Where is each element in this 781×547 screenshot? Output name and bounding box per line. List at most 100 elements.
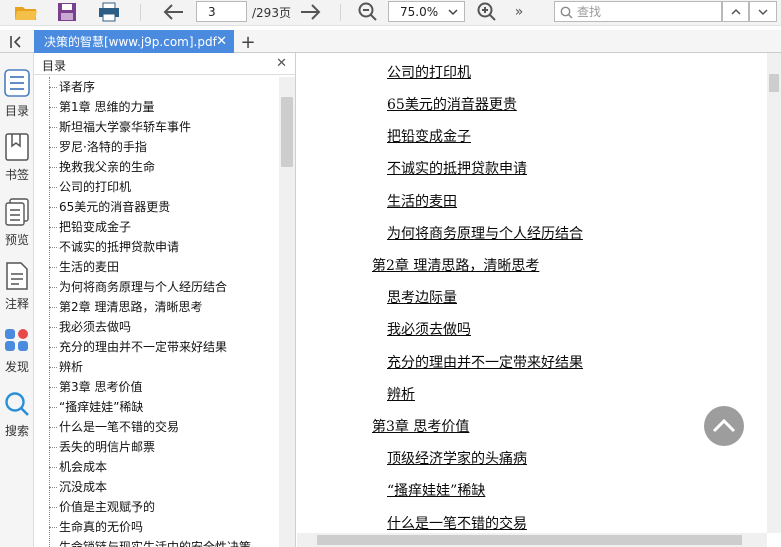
toc-item[interactable]: 65美元的消音器更贵: [34, 197, 278, 217]
toc-item[interactable]: 挽救我父亲的生命: [34, 157, 278, 177]
toc-item[interactable]: 辨析: [34, 357, 278, 377]
rail-toc[interactable]: 目录: [0, 69, 34, 119]
document-link[interactable]: 第3章 思考价值: [372, 416, 469, 436]
rail-discover-label: 发现: [4, 360, 29, 374]
tab-bar: 决策的智慧[www.j9p.com].pdf ✕ +: [0, 30, 781, 53]
tab-label: 决策的智慧[www.j9p.com].pdf: [44, 35, 217, 49]
rail-search-label: 搜索: [4, 424, 29, 438]
zoom-value: 75.0%: [400, 4, 439, 19]
rail-annotations[interactable]: 注释: [0, 262, 34, 312]
toc-item[interactable]: 译者序: [34, 77, 278, 97]
toc-item[interactable]: 罗尼·洛特的手指: [34, 137, 278, 157]
more-tools-icon[interactable]: »: [510, 1, 528, 23]
bookmark-icon: [5, 133, 29, 161]
document-vertical-scrollbar[interactable]: [767, 53, 781, 533]
document-link[interactable]: 第2章 理清思路，清晰思考: [372, 255, 539, 275]
toc-item[interactable]: 生命锁链与现实生活中的安全性决策: [34, 537, 278, 547]
toolbar-divider: [140, 4, 141, 21]
toc-item[interactable]: 我必须去做吗: [34, 317, 278, 337]
zoom-out-icon[interactable]: [355, 1, 381, 23]
rail-preview-label: 预览: [4, 233, 29, 247]
document-link[interactable]: 辨析: [387, 384, 415, 404]
document-link[interactable]: 充分的理由并不一定带来好结果: [387, 352, 583, 372]
open-folder-icon[interactable]: [12, 1, 40, 23]
rail-search[interactable]: 搜索: [0, 391, 34, 439]
chevron-up-icon: [730, 8, 741, 15]
rail-annotations-label: 注释: [4, 297, 29, 311]
document-link[interactable]: 把铅变成金子: [387, 126, 471, 146]
close-icon[interactable]: ✕: [276, 56, 287, 71]
toc-item[interactable]: 机会成本: [34, 457, 278, 477]
left-rail: 目录 书签 预览 注释 发现 搜索: [0, 53, 34, 547]
toc-item[interactable]: 生活的麦田: [34, 257, 278, 277]
toc-list: 译者序 第1章 思维的力量 斯坦福大学豪华轿车事件 罗尼·洛特的手指 挽救我父亲…: [34, 77, 278, 547]
close-icon[interactable]: ✕: [216, 34, 227, 49]
toc-item[interactable]: 第3章 思考价值: [34, 377, 278, 397]
pages-icon: [5, 198, 29, 226]
toc-item[interactable]: 把铅变成金子: [34, 217, 278, 237]
document-link[interactable]: 生活的麦田: [387, 191, 457, 211]
toc-item[interactable]: 为何将商务原理与个人经历结合: [34, 277, 278, 297]
rail-bookmarks[interactable]: 书签: [0, 133, 34, 183]
search-previous-button[interactable]: [722, 1, 749, 22]
toc-item[interactable]: 斯坦福大学豪华轿车事件: [34, 117, 278, 137]
zoom-in-icon[interactable]: [474, 1, 500, 23]
toc-item[interactable]: 丢失的明信片邮票: [34, 437, 278, 457]
toc-scrollbar-thumb[interactable]: [281, 97, 293, 167]
toc-item[interactable]: 公司的打印机: [34, 177, 278, 197]
document-link[interactable]: 65美元的消音器更贵: [387, 94, 517, 114]
document-link[interactable]: 公司的打印机: [387, 62, 471, 82]
toc-item[interactable]: 什么是一笔不错的交易: [34, 417, 278, 437]
search-icon: [560, 6, 573, 19]
save-icon[interactable]: [55, 1, 79, 23]
search-input[interactable]: 查找: [554, 1, 722, 22]
toc-title: 目录: [42, 59, 67, 73]
rail-bookmarks-label: 书签: [4, 168, 29, 182]
rail-discover[interactable]: 发现: [0, 327, 34, 375]
toc-item[interactable]: 生命真的无价吗: [34, 517, 278, 537]
toc-item[interactable]: 不诚实的抵押贷款申请: [34, 237, 278, 257]
document-link[interactable]: 我必须去做吗: [387, 319, 471, 339]
search-placeholder: 查找: [577, 5, 602, 19]
new-tab-icon[interactable]: +: [238, 31, 258, 53]
toc-item[interactable]: 第2章 理清思路，清晰思考: [34, 297, 278, 317]
search-next-button[interactable]: [749, 1, 777, 22]
document-link[interactable]: “搔痒娃娃”稀缺: [387, 480, 485, 500]
toc-item[interactable]: 沉没成本: [34, 477, 278, 497]
toolbar-divider: [340, 4, 341, 21]
document-link[interactable]: 为何将商务原理与个人经历结合: [387, 223, 583, 243]
vertical-scrollbar-thumb[interactable]: [769, 74, 779, 92]
chevron-down-icon: [448, 9, 458, 16]
list-icon: [4, 69, 30, 97]
document-link[interactable]: 什么是一笔不错的交易: [387, 513, 527, 533]
document-link[interactable]: 思考边际量: [387, 287, 457, 307]
next-page-icon[interactable]: [296, 1, 324, 23]
print-icon[interactable]: [96, 1, 122, 23]
toc-item[interactable]: 价值是主观赋予的: [34, 497, 278, 517]
rail-toc-label: 目录: [4, 104, 29, 118]
horizontal-scrollbar-thumb[interactable]: [317, 535, 742, 545]
previous-page-icon[interactable]: [160, 1, 188, 23]
toc-item[interactable]: 第1章 思维的力量: [34, 97, 278, 117]
toc-item[interactable]: “搔痒娃娃”稀缺: [34, 397, 278, 417]
collapse-panel-icon[interactable]: [6, 31, 26, 53]
apps-icon: [5, 329, 28, 351]
zoom-select[interactable]: 75.0%: [388, 1, 465, 22]
toc-scrollbar[interactable]: [279, 77, 295, 547]
rail-preview[interactable]: 预览: [0, 198, 34, 248]
search-icon: [5, 392, 29, 416]
document-link[interactable]: 不诚实的抵押贷款申请: [387, 158, 527, 178]
page-total-label: /293页: [252, 6, 291, 20]
note-icon: [6, 262, 28, 290]
page-number-input[interactable]: 3: [196, 1, 247, 22]
document-horizontal-scrollbar[interactable]: [297, 533, 767, 547]
chevron-up-icon: [712, 418, 736, 433]
back-to-top-button[interactable]: [704, 406, 744, 446]
document-link[interactable]: 顶级经济学家的头痛病: [387, 448, 527, 468]
toc-header: 目录 ✕: [34, 53, 295, 75]
main-toolbar: 3 /293页 75.0% » 查找: [0, 0, 781, 26]
document-view: 公司的打印机 65美元的消音器更贵 把铅变成金子 不诚实的抵押贷款申请 生活的麦…: [297, 53, 767, 533]
toc-item[interactable]: 充分的理由并不一定带来好结果: [34, 337, 278, 357]
tab-document[interactable]: 决策的智慧[www.j9p.com].pdf ✕: [34, 30, 234, 53]
toc-panel: 目录 ✕ 译者序 第1章 思维的力量 斯坦福大学豪华轿车事件 罗尼·洛特的手指 …: [34, 53, 296, 547]
